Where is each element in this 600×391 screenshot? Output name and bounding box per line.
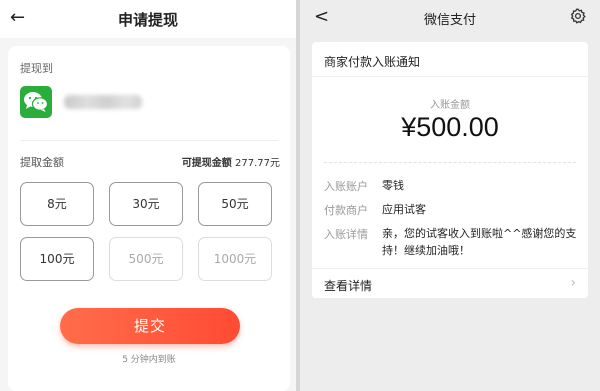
wechat-logo-icon xyxy=(20,86,52,118)
dashed-divider xyxy=(324,162,576,163)
payment-notice-card: 商家付款入账通知 入账金额 ¥500.00 入账账户 零钱 付款商户 应用试客 … xyxy=(312,42,588,298)
gear-icon[interactable] xyxy=(570,8,586,24)
submit-button[interactable]: 提交 xyxy=(60,308,240,344)
row-value-merchant: 应用试客 xyxy=(382,203,426,216)
withdraw-to-label: 提现到 xyxy=(20,62,53,75)
withdraw-header: ← 申请提现 xyxy=(0,0,296,38)
withdraw-panel: ← 申请提现 提现到 提取金额 可提现金额 277.77元 8元 30元 50元… xyxy=(0,0,296,391)
arrival-note: 5 分钟内到账 xyxy=(122,355,176,365)
divider xyxy=(312,76,588,77)
received-amount-value: ¥500.00 xyxy=(401,112,499,142)
wechat-pay-panel: < 微信支付 商家付款入账通知 入账金额 ¥500.00 入账账户 零钱 付款商… xyxy=(300,0,600,391)
row-value-account: 零钱 xyxy=(382,179,404,192)
view-details-link[interactable]: 查看详情 xyxy=(324,277,372,294)
notice-title: 商家付款入账通知 xyxy=(324,55,421,69)
amount-option-30[interactable]: 30元 xyxy=(109,182,183,226)
amount-option-500[interactable]: 500元 xyxy=(109,237,183,281)
available-label: 可提现金额 xyxy=(181,158,232,169)
available-amount: 可提现金额 277.77元 xyxy=(182,154,280,169)
row-key-merchant: 付款商户 xyxy=(324,204,368,217)
divider xyxy=(20,140,278,141)
divider xyxy=(312,268,588,269)
amount-option-100[interactable]: 100元 xyxy=(20,237,94,281)
account-name-blurred xyxy=(64,95,142,109)
amount-option-1000[interactable]: 1000元 xyxy=(198,237,272,281)
chevron-right-icon[interactable]: › xyxy=(570,275,576,291)
available-value: 277.77元 xyxy=(235,158,280,169)
wechat-pay-title: 微信支付 xyxy=(423,13,476,28)
withdraw-card: 提现到 提取金额 可提现金额 277.77元 8元 30元 50元 100元 5… xyxy=(8,46,290,391)
row-key-details: 入账详情 xyxy=(324,228,368,241)
amount-label: 提取金额 xyxy=(20,156,64,169)
received-amount-label: 入账金额 xyxy=(430,100,470,111)
amount-option-50[interactable]: 50元 xyxy=(198,182,272,226)
row-value-details: 亲，您的试客收入到账啦^^感谢您的支持！继续加油哦！ xyxy=(382,227,577,257)
amount-option-8[interactable]: 8元 xyxy=(20,182,94,226)
row-key-account: 入账账户 xyxy=(324,180,368,193)
page-title: 申请提现 xyxy=(117,11,178,29)
